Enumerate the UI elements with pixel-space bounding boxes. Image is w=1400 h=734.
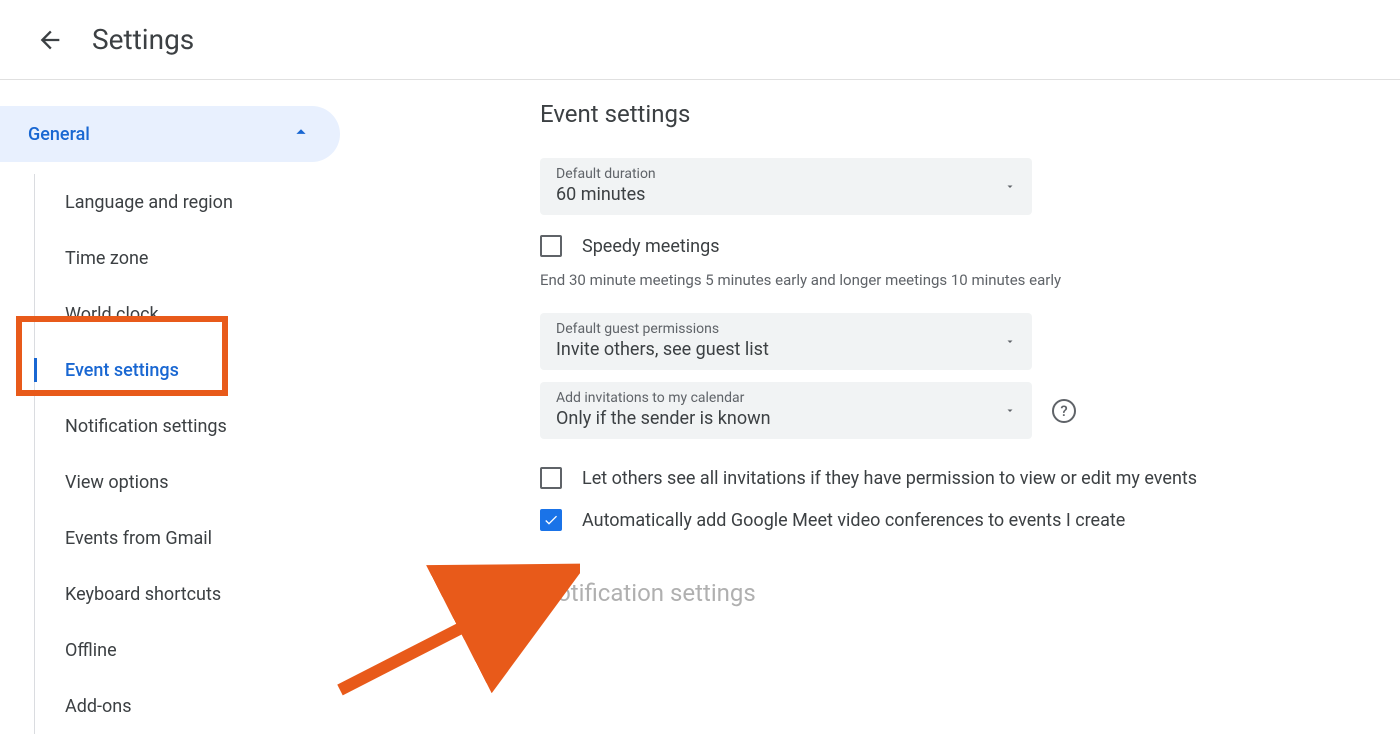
help-icon[interactable]: ? bbox=[1052, 399, 1076, 423]
default-duration-select[interactable]: Default duration 60 minutes bbox=[540, 158, 1032, 215]
sidebar-item-timezone[interactable]: Time zone bbox=[35, 230, 340, 286]
sidebar-item-worldclock[interactable]: World clock bbox=[35, 286, 340, 342]
sidebar-item-event-settings[interactable]: Event settings bbox=[35, 342, 340, 398]
add-invitations-select[interactable]: Add invitations to my calendar Only if t… bbox=[540, 382, 1032, 439]
auto-add-meet-checkbox[interactable] bbox=[540, 509, 562, 531]
sidebar-item-events-gmail[interactable]: Events from Gmail bbox=[35, 510, 340, 566]
chevron-up-icon bbox=[290, 121, 312, 148]
sidebar-item-keyboard-shortcuts[interactable]: Keyboard shortcuts bbox=[35, 566, 340, 622]
speedy-meetings-helper: End 30 minute meetings 5 minutes early a… bbox=[540, 271, 1197, 289]
page-title: Settings bbox=[92, 23, 194, 56]
select-label: Default duration bbox=[556, 166, 1016, 182]
see-all-invitations-checkbox[interactable] bbox=[540, 467, 562, 489]
sidebar: General Language and region Time zone Wo… bbox=[0, 80, 340, 734]
sidebar-nav-list: Language and region Time zone World cloc… bbox=[34, 174, 340, 734]
auto-add-meet-row: Automatically add Google Meet video conf… bbox=[540, 509, 1197, 531]
sidebar-section-general[interactable]: General bbox=[0, 106, 340, 162]
speedy-meetings-checkbox[interactable] bbox=[540, 235, 562, 257]
sidebar-item-offline[interactable]: Offline bbox=[35, 622, 340, 678]
sidebar-item-language[interactable]: Language and region bbox=[35, 174, 340, 230]
speedy-meetings-row: Speedy meetings bbox=[540, 235, 1197, 257]
sidebar-section-label: General bbox=[28, 124, 90, 145]
back-arrow-button[interactable] bbox=[36, 26, 64, 54]
section-title: Event settings bbox=[540, 100, 1197, 128]
arrow-left-icon bbox=[36, 26, 64, 54]
sidebar-item-view-options[interactable]: View options bbox=[35, 454, 340, 510]
dropdown-icon bbox=[1004, 332, 1016, 351]
select-value: 60 minutes bbox=[556, 184, 1016, 205]
next-section-title: Notification settings bbox=[540, 579, 1197, 607]
dropdown-icon bbox=[1004, 401, 1016, 420]
sidebar-item-addons[interactable]: Add-ons bbox=[35, 678, 340, 734]
see-all-invitations-row: Let others see all invitations if they h… bbox=[540, 467, 1197, 489]
speedy-meetings-label: Speedy meetings bbox=[582, 236, 720, 257]
main-content: Event settings Default duration 60 minut… bbox=[340, 80, 1197, 734]
check-icon bbox=[543, 512, 559, 528]
guest-permissions-select[interactable]: Default guest permissions Invite others,… bbox=[540, 313, 1032, 370]
dropdown-icon bbox=[1004, 177, 1016, 196]
app-header: Settings bbox=[0, 0, 1400, 80]
sidebar-item-notification-settings[interactable]: Notification settings bbox=[35, 398, 340, 454]
